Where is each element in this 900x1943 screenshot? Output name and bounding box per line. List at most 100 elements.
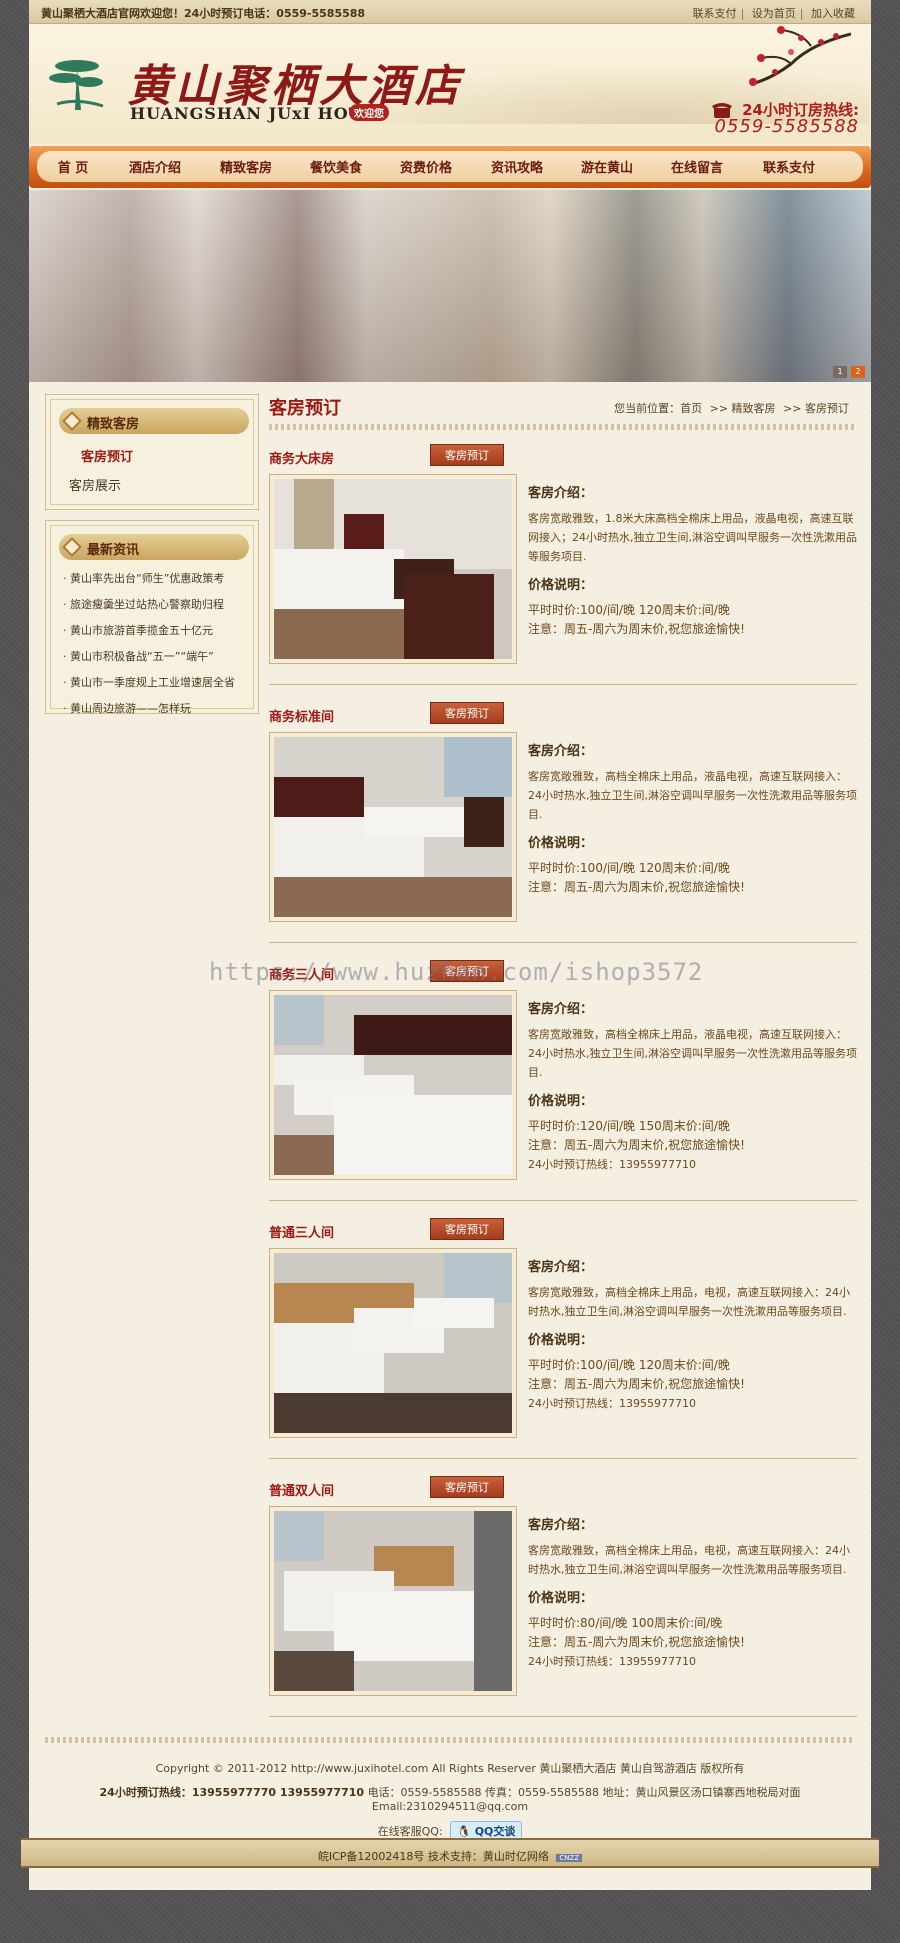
intro-heading: 客房介绍： bbox=[528, 744, 594, 759]
nav-prices[interactable]: 资费价格 bbox=[381, 157, 471, 176]
banner-page-2[interactable]: 2 bbox=[851, 366, 865, 378]
main-navigation: 首 页 酒店介绍 精致客房 餐饮美食 资费价格 资讯攻略 游在黄山 在线留言 联… bbox=[29, 146, 871, 188]
diamond-icon bbox=[62, 411, 82, 431]
room-image bbox=[274, 479, 512, 659]
news-item[interactable]: · 黄山周边旅游——怎样玩 bbox=[63, 700, 235, 716]
intro-heading: 客房介绍： bbox=[528, 1260, 594, 1275]
room-description: 客房宽敞雅致，高档全棉床上用品，电视，高速互联网接入：24小时热水,独立卫生间,… bbox=[528, 1544, 850, 1576]
room-image bbox=[274, 1253, 512, 1433]
news-item[interactable]: · 黄山市积极备战“五一”“端午” bbox=[63, 648, 235, 664]
room-info: 客房介绍： 客房宽敞雅致，高档全棉床上用品，电视，高速互联网接入：24小时热水,… bbox=[528, 1248, 858, 1413]
room-divider bbox=[269, 684, 857, 685]
intro-heading: 客房介绍： bbox=[528, 1002, 594, 1017]
room-divider bbox=[269, 1200, 857, 1201]
price-line: 平时时价:100/间/晚 120周末价:间/晚 bbox=[528, 603, 730, 617]
nav-contact-pay[interactable]: 联系支付 bbox=[743, 157, 835, 176]
sidebar-rooms-box: 精致客房 客房预订 客房展示 bbox=[45, 394, 259, 510]
news-item[interactable]: · 黄山市一季度规上工业增速居全省 bbox=[63, 674, 235, 690]
room-description: 客房宽敞雅致，高档全棉床上用品，液晶电视，高速互联网接入：24小时热水,独立卫生… bbox=[528, 1028, 857, 1079]
price-line: 平时时价:100/间/晚 120周末价:间/晚 bbox=[528, 861, 730, 875]
cnzz-stat-badge[interactable]: CNZZ bbox=[556, 1854, 583, 1862]
breadcrumb-home[interactable]: 您当前位置：首页 bbox=[614, 402, 702, 415]
nav-news[interactable]: 资讯攻略 bbox=[471, 157, 563, 176]
site-footer: Copyright © 2011-2012 http://www.juxihot… bbox=[29, 1760, 871, 1849]
room-divider bbox=[269, 942, 857, 943]
top-bar: 黄山聚栖大酒店官网欢迎您！24小时预订电话：0559-5585588 联系支付 |… bbox=[29, 0, 871, 24]
footer-hotline: 24小时预订热线：13955977770 13955977710 bbox=[99, 1786, 365, 1799]
sidebar-rooms-header: 精致客房 bbox=[59, 408, 249, 434]
price-line: 注意：周五-周六为周末价,祝您旅途愉快! bbox=[528, 880, 745, 894]
price-heading: 价格说明： bbox=[528, 1094, 594, 1109]
site-header: 黄山聚栖大酒店 HUANGSHAN JUxI HOTEL 欢迎您 24小时订房热… bbox=[29, 24, 871, 144]
top-link-contact[interactable]: 联系支付 bbox=[693, 7, 737, 20]
top-link-favorite[interactable]: 加入收藏 bbox=[811, 7, 855, 20]
room-photo[interactable] bbox=[269, 1248, 517, 1438]
news-list: · 黄山率先出台“师生”优惠政策考 · 旅途瘦羹坐过站热心警察助归程 · 黄山市… bbox=[63, 570, 235, 726]
price-line: 平时时价:80/间/晚 100周末价:间/晚 bbox=[528, 1616, 723, 1630]
top-links: 联系支付 | 设为首页 | 加入收藏 bbox=[692, 7, 855, 20]
bottom-bar: 皖ICP备12002418号 技术支持：黄山时亿网络 CNZZ bbox=[21, 1838, 879, 1868]
qq-label: 在线客服QQ: bbox=[377, 1825, 443, 1838]
sidebar-rooms-links: 客房预订 客房展示 bbox=[69, 446, 133, 504]
nav-message[interactable]: 在线留言 bbox=[651, 157, 743, 176]
book-room-button[interactable]: 客房预订 bbox=[430, 702, 504, 724]
qq-chat-label: QQ交谈 bbox=[474, 1825, 516, 1838]
room-divider bbox=[269, 1458, 857, 1459]
room-description: 客房宽敞雅致，高档全棉床上用品，液晶电视，高速互联网接入：24小时热水,独立卫生… bbox=[528, 770, 857, 821]
qq-penguin-icon: 🐧 bbox=[457, 1825, 471, 1838]
price-heading: 价格说明： bbox=[528, 1333, 594, 1348]
contact-line: 24小时预订热线：13955977770 13955977710 电话：0559… bbox=[29, 1784, 871, 1813]
title-divider bbox=[269, 424, 857, 430]
price-line: 注意：周五-周六为周末价,祝您旅途愉快! bbox=[528, 1138, 745, 1152]
room-name[interactable]: 普通双人间 bbox=[269, 1480, 334, 1499]
diamond-icon bbox=[62, 537, 82, 557]
welcome-text: 黄山聚栖大酒店官网欢迎您！24小时预订电话：0559-5585588 bbox=[41, 7, 366, 20]
price-line: 注意：周五-周六为周末价,祝您旅途愉快! bbox=[528, 1377, 745, 1391]
icp-text: 皖ICP备12002418号 技术支持：黄山时亿网络 bbox=[317, 1850, 549, 1863]
hotline-number: 0559-5585588 bbox=[714, 116, 859, 137]
room-photo[interactable] bbox=[269, 1506, 517, 1696]
top-link-homepage[interactable]: 设为首页 bbox=[752, 7, 796, 20]
sidebar-news-header: 最新资讯 bbox=[59, 534, 249, 560]
price-heading: 价格说明： bbox=[528, 578, 594, 593]
banner-slideshow: 1 2 bbox=[29, 190, 871, 382]
news-item[interactable]: · 黄山市旅游首季揽金五十亿元 bbox=[63, 622, 235, 638]
nav-dining[interactable]: 餐饮美食 bbox=[291, 157, 381, 176]
room-divider bbox=[269, 1716, 857, 1717]
price-heading: 价格说明： bbox=[528, 836, 594, 851]
room-name[interactable]: 普通三人间 bbox=[269, 1222, 334, 1241]
price-line: 注意：周五-周六为周末价,祝您旅途愉快! bbox=[528, 1635, 745, 1649]
room-image bbox=[274, 995, 512, 1175]
nav-hotel-intro[interactable]: 酒店介绍 bbox=[109, 157, 201, 176]
sidebar-rooms-frame: 精致客房 客房预订 客房展示 bbox=[50, 399, 254, 505]
intro-heading: 客房介绍： bbox=[528, 1518, 594, 1533]
nav-travel[interactable]: 游在黄山 bbox=[563, 157, 651, 176]
book-room-button[interactable]: 客房预订 bbox=[430, 1218, 504, 1240]
news-item[interactable]: · 黄山率先出台“师生”优惠政策考 bbox=[63, 570, 235, 586]
room-info: 客房介绍： 客房宽敞雅致，高档全棉床上用品，液晶电视，高速互联网接入：24小时热… bbox=[528, 990, 858, 1174]
room-image bbox=[274, 737, 512, 917]
sidebar-item-room-gallery[interactable]: 客房展示 bbox=[69, 475, 133, 494]
banner-page-1[interactable]: 1 bbox=[833, 366, 847, 378]
footer-divider bbox=[45, 1737, 855, 1743]
room-photo[interactable] bbox=[269, 474, 517, 664]
book-room-button[interactable]: 客房预订 bbox=[430, 444, 504, 466]
book-room-button[interactable]: 客房预订 bbox=[430, 1476, 504, 1498]
room-photo[interactable] bbox=[269, 990, 517, 1180]
nav-rooms[interactable]: 精致客房 bbox=[201, 157, 291, 176]
nav-bar: 首 页 酒店介绍 精致客房 餐饮美食 资费价格 资讯攻略 游在黄山 在线留言 联… bbox=[37, 151, 863, 182]
room-name[interactable]: 商务标准间 bbox=[269, 706, 334, 725]
room-photo[interactable] bbox=[269, 732, 517, 922]
sidebar-item-room-booking[interactable]: 客房预订 bbox=[69, 446, 133, 465]
sidebar-news-frame: 最新资讯 · 黄山率先出台“师生”优惠政策考 · 旅途瘦羹坐过站热心警察助归程 … bbox=[50, 525, 254, 715]
banner-pager: 1 2 bbox=[833, 366, 865, 378]
price-line: 注意：周五-周六为周末价,祝您旅途愉快! bbox=[528, 622, 745, 636]
room-name[interactable]: 商务大床房 bbox=[269, 448, 334, 467]
sidebar-news-title: 最新资讯 bbox=[87, 543, 140, 558]
news-item[interactable]: · 旅途瘦羹坐过站热心警察助归程 bbox=[63, 596, 235, 612]
copyright-text: Copyright © 2011-2012 http://www.juxihot… bbox=[155, 1762, 745, 1775]
breadcrumb-rooms[interactable]: >> 精致客房 bbox=[710, 402, 776, 415]
footer-contact-info: 电话：0559-5585588 传真：0559-5585588 地址：黄山风景区… bbox=[367, 1786, 801, 1813]
nav-home[interactable]: 首 页 bbox=[37, 157, 109, 176]
room-description: 客房宽敞雅致，1.8米大床高档全棉床上用品，液晶电视，高速互联网接入；24小时热… bbox=[528, 512, 857, 563]
